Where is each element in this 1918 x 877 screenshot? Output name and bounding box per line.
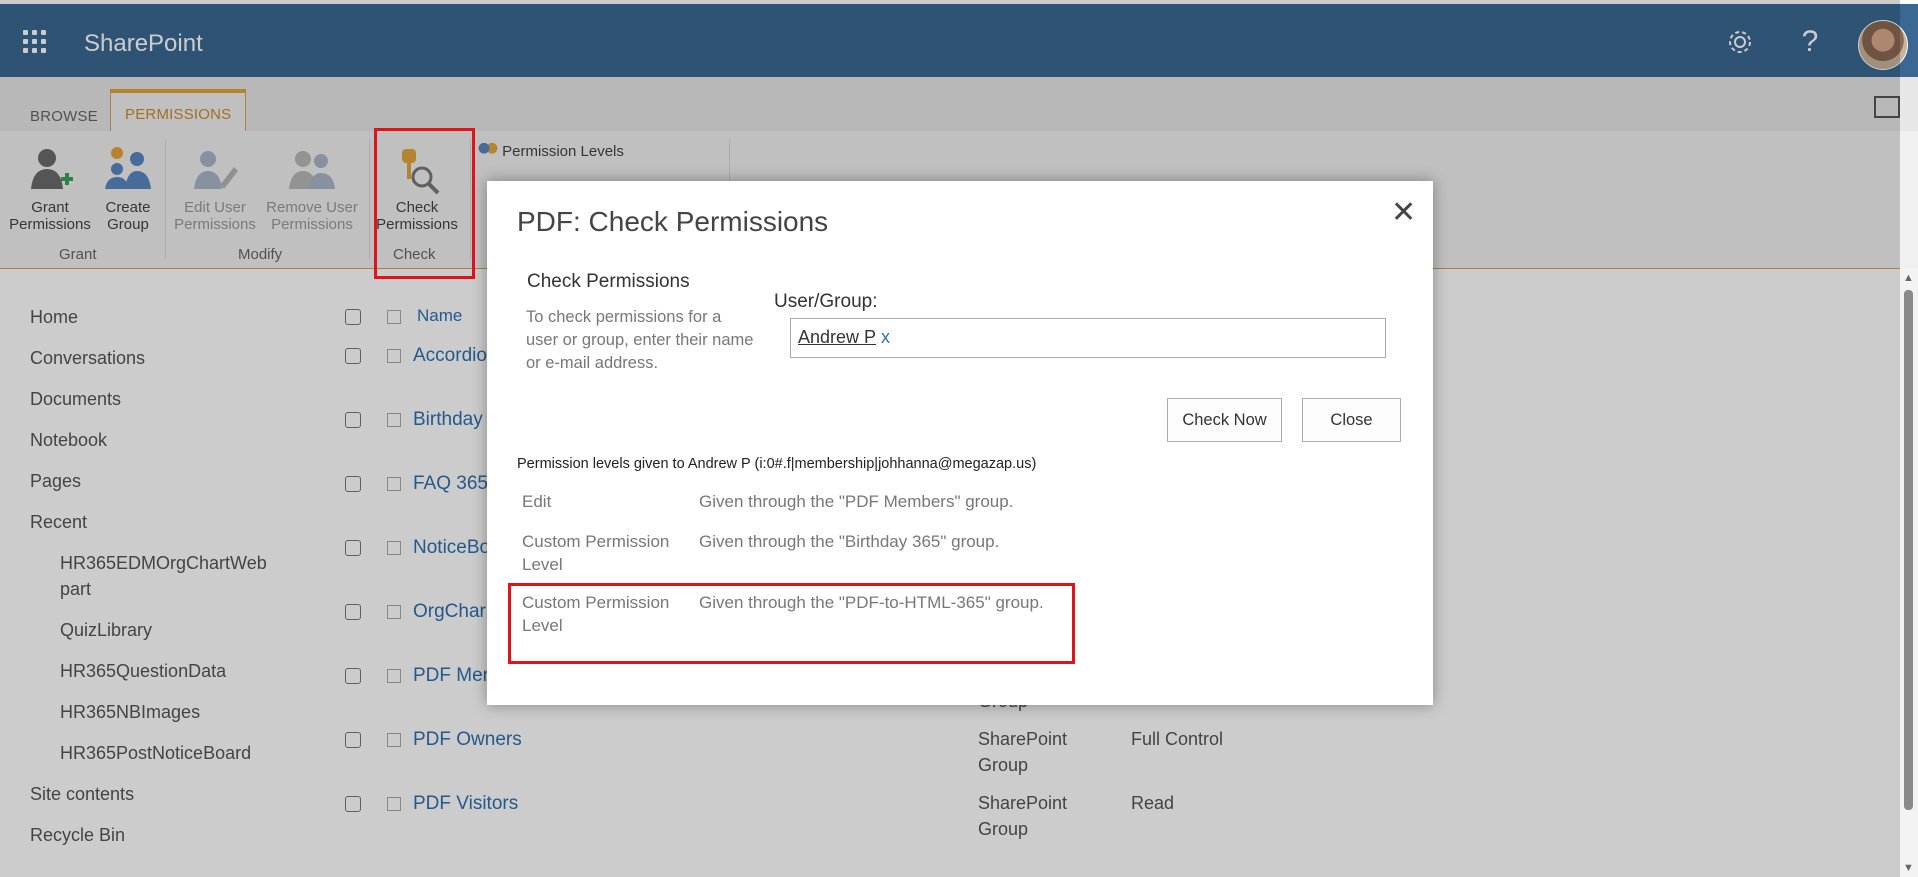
scroll-up-arrow-icon[interactable]: ▲ xyxy=(1903,272,1914,284)
check-now-button[interactable]: Check Now xyxy=(1167,398,1282,442)
permission-summary: Permission levels given to Andrew P (i:0… xyxy=(517,456,1037,472)
permission-source: Given through the "Birthday 365" group. xyxy=(699,532,1000,551)
permission-source: Given through the "PDF Members" group. xyxy=(699,492,1014,511)
permission-level: Custom Permission Level xyxy=(522,532,670,574)
highlight-permission-row xyxy=(508,583,1075,664)
scrollbar-thumb[interactable] xyxy=(1904,290,1913,810)
highlight-check-permissions xyxy=(374,128,475,279)
section-description: To check permissions for a user or group… xyxy=(526,308,754,372)
dialog-title: PDF: Check Permissions xyxy=(517,206,829,237)
scroll-down-arrow-icon[interactable]: ▼ xyxy=(1903,862,1914,874)
permission-level: Edit xyxy=(522,492,552,511)
close-button[interactable]: Close xyxy=(1302,398,1401,442)
user-group-label: User/Group: xyxy=(774,291,878,312)
check-permissions-dialog: PDF: Check Permissions ✕ Check Permissio… xyxy=(487,181,1433,705)
section-title: Check Permissions xyxy=(527,271,690,292)
resolved-user[interactable]: Andrew P xyxy=(798,327,876,347)
remove-user-icon[interactable]: x xyxy=(881,327,890,347)
user-group-input[interactable]: Andrew Px xyxy=(790,318,1386,358)
close-icon[interactable]: ✕ xyxy=(1391,195,1416,230)
